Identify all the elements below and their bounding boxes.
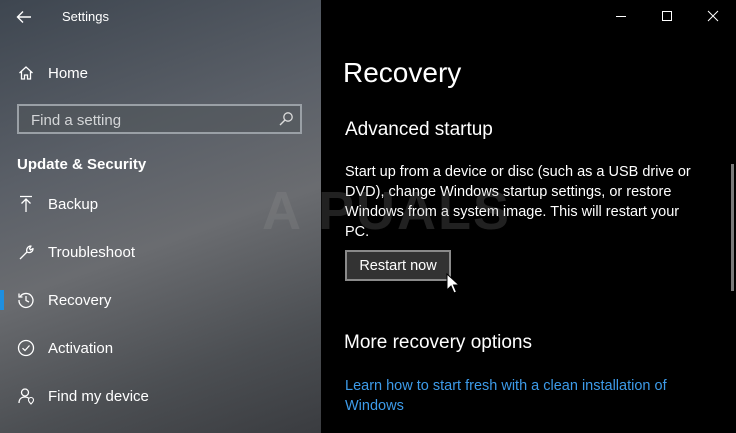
search-box[interactable] [17,104,302,134]
mouse-cursor-icon [446,273,460,294]
more-recovery-options-heading: More recovery options [344,332,532,353]
wrench-icon [17,243,35,261]
maximize-icon [662,11,672,21]
sidebar-item-label: Troubleshoot [48,243,135,261]
back-arrow-icon [16,11,31,23]
page-title: Recovery [343,57,462,88]
advanced-startup-heading: Advanced startup [345,119,493,140]
restart-now-button[interactable]: Restart now [345,250,451,281]
sidebar-item-label: Activation [48,339,114,357]
app-title: Settings [62,9,109,24]
search-icon[interactable] [278,111,294,127]
sidebar: Settings Home Update & Security Backup [0,0,321,433]
sidebar-item-label: Find my device [48,387,149,405]
home-icon [17,64,35,82]
backup-arrow-icon [17,195,35,213]
sidebar-item-recovery[interactable]: Recovery [0,280,321,320]
main-content: Recovery Advanced startup Start up from … [321,0,736,433]
search-input[interactable] [29,110,273,130]
section-heading: Update & Security [17,156,147,173]
advanced-startup-description: Start up from a device or disc (such as … [345,164,691,240]
minimize-button[interactable] [598,0,644,32]
sidebar-item-label: Home [48,64,89,82]
maximize-button[interactable] [644,0,690,32]
sidebar-item-troubleshoot[interactable]: Troubleshoot [0,232,321,272]
title-bar-left: Settings [0,0,321,34]
sidebar-item-activation[interactable]: Activation [0,328,321,368]
sidebar-item-label: Recovery [48,291,112,309]
close-button[interactable] [690,0,736,32]
history-icon [17,291,35,309]
minimize-icon [616,16,626,17]
person-pin-icon [17,387,35,405]
back-button[interactable] [14,7,34,27]
clean-install-link[interactable]: Learn how to start fresh with a clean in… [345,376,695,416]
check-circle-icon [17,339,35,357]
sidebar-item-backup[interactable]: Backup [0,184,321,224]
sidebar-item-find-my-device[interactable]: Find my device [0,376,321,416]
window-controls [598,0,736,34]
sidebar-item-label: Backup [48,195,99,213]
sidebar-item-home[interactable]: Home [0,53,321,93]
close-icon [707,10,719,22]
scrollbar[interactable] [731,164,734,291]
